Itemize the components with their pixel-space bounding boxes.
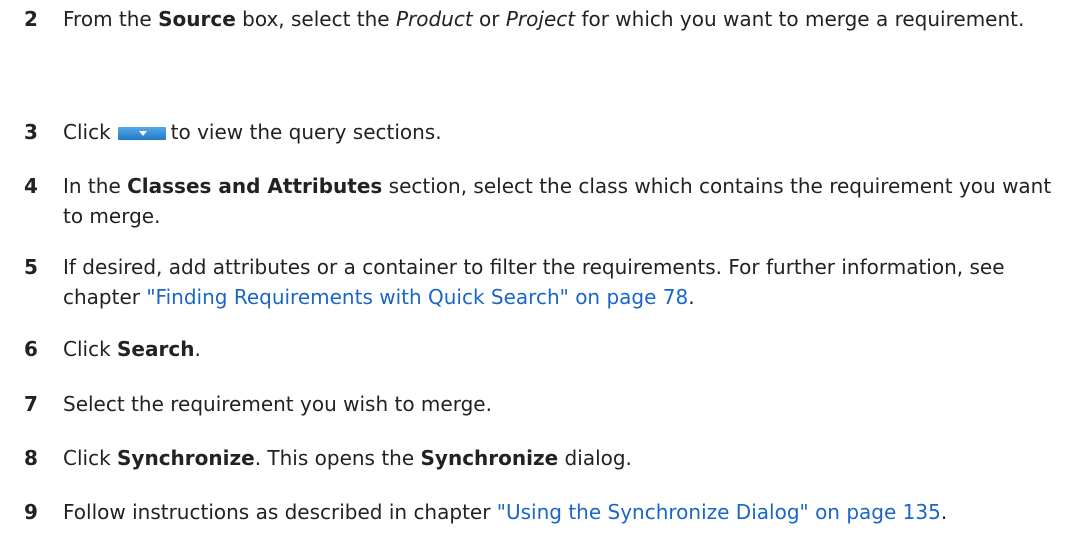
step-text: In the Classes and Attributes section, s… bbox=[63, 171, 1063, 231]
text-run: Click bbox=[63, 446, 118, 470]
ui-term-source: Source bbox=[158, 7, 236, 31]
text-run: box, select the bbox=[235, 7, 396, 31]
text-run: Select the requirement you wish to merge… bbox=[63, 392, 492, 416]
ui-term-search: Search bbox=[117, 337, 195, 361]
text-run: Click bbox=[63, 337, 118, 361]
ui-term-classes-and-attributes: Classes and Attributes bbox=[127, 174, 383, 198]
text-run: . bbox=[194, 337, 201, 361]
text-run: In the bbox=[63, 174, 128, 198]
step-text: Select the requirement you wish to merge… bbox=[63, 389, 1063, 419]
step-number: 9 bbox=[24, 500, 38, 524]
step-text: Click to view the query sections. bbox=[63, 117, 1063, 147]
text-run: to view the query sections. bbox=[170, 120, 442, 144]
step-number: 4 bbox=[24, 174, 38, 198]
step-text: From the Source box, select the Product … bbox=[63, 4, 1063, 34]
step-number: 8 bbox=[24, 446, 38, 470]
step-number: 7 bbox=[24, 392, 38, 416]
text-run: . bbox=[688, 285, 695, 309]
text-run: dialog. bbox=[558, 446, 632, 470]
chevron-down-icon bbox=[138, 131, 147, 136]
text-run: . This opens the bbox=[254, 446, 421, 470]
step-text: Click Synchronize. This opens the Synchr… bbox=[63, 443, 1063, 473]
step-text: If desired, add attributes or a containe… bbox=[63, 252, 1063, 312]
link-using-synchronize-dialog[interactable]: "Using the Synchronize Dialog" on page 1… bbox=[497, 500, 941, 524]
ui-term-synchronize-dialog: Synchronize bbox=[420, 446, 559, 470]
step-number: 2 bbox=[24, 7, 38, 31]
text-run: for which you want to merge a requiremen… bbox=[575, 7, 1025, 31]
step-number: 6 bbox=[24, 337, 38, 361]
dropdown-arrow-button-icon bbox=[117, 127, 166, 140]
text-run: From the bbox=[63, 7, 159, 31]
link-finding-requirements[interactable]: "Finding Requirements with Quick Search"… bbox=[146, 285, 688, 309]
text-run: Click bbox=[63, 120, 111, 144]
text-run: or bbox=[472, 7, 506, 31]
step-number: 3 bbox=[24, 120, 38, 144]
ui-term-synchronize: Synchronize bbox=[117, 446, 255, 470]
text-run: . bbox=[940, 500, 948, 524]
text-run: Follow instructions as described in chap… bbox=[63, 500, 497, 524]
step-text: Click Search. bbox=[63, 334, 1063, 364]
step-text: Follow instructions as described in chap… bbox=[63, 497, 1063, 527]
term-product: Product bbox=[395, 7, 473, 31]
term-project: Project bbox=[505, 7, 576, 31]
step-number: 5 bbox=[24, 255, 38, 279]
